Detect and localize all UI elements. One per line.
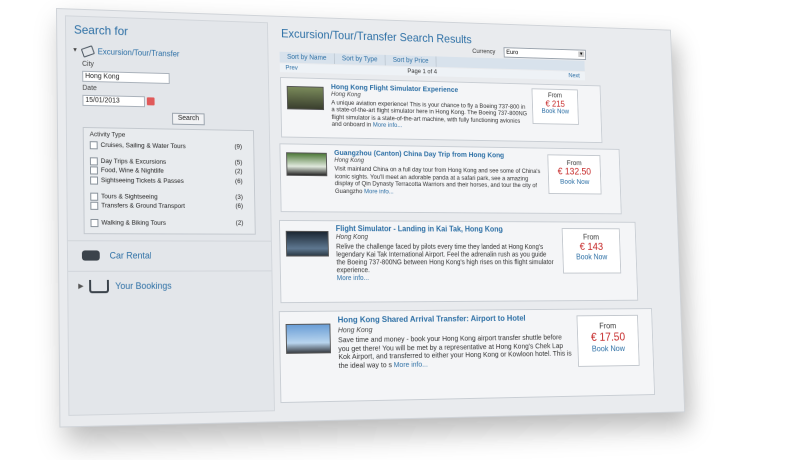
result-card: Flight Simulator - Landing in Kai Tak, H…: [278, 219, 639, 304]
checkbox[interactable]: [90, 176, 99, 185]
activity-count: (6): [235, 202, 244, 210]
description-text: A unique aviation experience! This is yo…: [331, 99, 528, 129]
cart-icon: [89, 279, 110, 293]
your-bookings-label: Your Bookings: [115, 280, 172, 292]
description-text: Relive the challenge faced by pilots eve…: [336, 243, 554, 275]
more-info-link[interactable]: More info...: [373, 122, 402, 129]
activity-count: (3): [235, 193, 243, 201]
price-amount: € 143: [579, 241, 604, 253]
tab-label: Excursion/Tour/Transfer: [97, 46, 180, 59]
activity-count: (5): [234, 159, 243, 167]
checkbox[interactable]: [89, 166, 98, 175]
result-description: Visit mainland China on a full day tour …: [334, 166, 541, 197]
price-amount: € 17.50: [590, 330, 626, 344]
result-thumbnail[interactable]: [286, 152, 328, 177]
activity-item[interactable]: Transfers & Ground Transport (6): [90, 201, 245, 211]
activity-label: Food, Wine & Nightlife: [100, 167, 164, 176]
result-thumbnail[interactable]: [285, 323, 331, 354]
checkbox[interactable]: [89, 141, 98, 150]
car-rental-label: Car Rental: [109, 250, 152, 261]
result-city: Hong Kong: [334, 156, 365, 165]
book-now-button[interactable]: Book Now: [549, 177, 601, 186]
book-now-button[interactable]: Book Now: [533, 108, 578, 116]
result-title[interactable]: Hong Kong Shared Arrival Transfer: Airpo…: [338, 313, 526, 325]
sort-by-name-button[interactable]: Sort by Name: [279, 51, 335, 64]
activity-label: Day Trips & Excursions: [100, 158, 167, 167]
result-city: Hong Kong: [337, 325, 373, 335]
chevron-right-icon: ▶: [78, 283, 84, 291]
checkbox[interactable]: [90, 201, 99, 210]
result-thumbnail[interactable]: [286, 85, 325, 111]
activity-count: (2): [234, 168, 243, 176]
activity-label: Tours & Sightseeing: [101, 193, 158, 201]
currency-label: Currency: [472, 48, 496, 56]
prev-page-link[interactable]: Prev: [285, 64, 298, 73]
activity-item[interactable]: Food, Wine & Nightlife (2): [89, 166, 244, 176]
book-now-button[interactable]: Book Now: [578, 343, 638, 353]
price-box: From € 143 Book Now: [561, 228, 622, 274]
more-info-link[interactable]: More info...: [394, 359, 428, 368]
result-description: A unique aviation experience! This is yo…: [331, 100, 529, 132]
activity-item[interactable]: Tours & Sightseeing (3): [90, 192, 245, 202]
currency-value: Euro: [506, 49, 519, 57]
description-text: Save time and money - book your Hong Kon…: [338, 332, 572, 370]
results-title: Excursion/Tour/Transfer Search Results: [280, 26, 472, 47]
checkbox[interactable]: [90, 192, 99, 201]
price-box: From € 17.50 Book Now: [576, 314, 640, 367]
activity-type-title: Activity Type: [89, 131, 126, 139]
activity-item[interactable]: Sightseeing Tickets & Passes (6): [90, 176, 244, 186]
more-info-link[interactable]: More info...: [337, 275, 369, 282]
price-box: From € 132.50 Book Now: [547, 154, 602, 195]
sidebar-item-car-rental[interactable]: Car Rental: [67, 240, 272, 270]
page-indicator: Page 1 of 4: [407, 67, 438, 76]
results-panel: Excursion/Tour/Transfer Search Results C…: [278, 23, 677, 409]
more-info-link[interactable]: More info...: [364, 188, 394, 195]
search-page: Search for ▼ Excursion/Tour/Transfer Cit…: [56, 8, 686, 428]
result-thumbnail[interactable]: [285, 230, 329, 257]
activity-count: (2): [235, 219, 244, 227]
chevron-down-icon: ▼: [72, 47, 79, 54]
date-input[interactable]: 15/01/2013: [82, 94, 145, 108]
price-amount: € 132.50: [557, 166, 592, 178]
checkbox[interactable]: [90, 218, 99, 228]
date-label: Date: [82, 84, 97, 93]
result-description: Save time and money - book your Hong Kon…: [338, 332, 573, 371]
car-icon: [81, 250, 100, 261]
result-city: Hong Kong: [335, 233, 369, 241]
city-input[interactable]: Hong Kong: [82, 70, 170, 84]
result-city: Hong Kong: [331, 90, 361, 99]
result-description: Relive the challenge faced by pilots eve…: [336, 244, 555, 283]
activity-item[interactable]: Cruises, Sailing & Water Tours (9): [89, 141, 244, 151]
activity-type-filter: Activity Type Cruises, Sailing & Water T…: [82, 126, 256, 235]
dropdown-arrow-icon: ▼: [578, 51, 585, 58]
price-from-label: From: [582, 232, 600, 242]
activity-label: Cruises, Sailing & Water Tours: [100, 142, 186, 151]
checkbox[interactable]: [89, 157, 98, 166]
activity-label: Walking & Biking Tours: [101, 219, 166, 228]
activity-item[interactable]: Walking & Biking Tours (2): [90, 218, 245, 228]
activity-label: Sightseeing Tickets & Passes: [100, 177, 184, 186]
calendar-icon[interactable]: [146, 97, 155, 106]
result-card: Hong Kong Flight Simulator Experience Ho…: [280, 76, 603, 144]
sidebar-title: Search for: [73, 22, 129, 39]
price-box: From € 215 Book Now: [531, 88, 579, 125]
search-sidebar: Search for ▼ Excursion/Tour/Transfer Cit…: [64, 15, 275, 416]
next-page-link[interactable]: Next: [568, 72, 580, 81]
result-title[interactable]: Flight Simulator - Landing in Kai Tak, H…: [336, 224, 503, 233]
result-card: Guangzhou (Canton) China Day Trip from H…: [279, 143, 622, 215]
result-card: Hong Kong Shared Arrival Transfer: Airpo…: [278, 308, 656, 404]
search-button[interactable]: Search: [172, 112, 205, 126]
sort-by-price-button[interactable]: Sort by Price: [385, 54, 437, 67]
sidebar-item-your-bookings[interactable]: ▶ Your Bookings: [68, 270, 272, 301]
book-now-button[interactable]: Book Now: [563, 253, 620, 262]
tag-icon: [80, 44, 95, 58]
city-label: City: [82, 60, 94, 69]
sort-by-type-button[interactable]: Sort by Type: [334, 53, 386, 66]
activity-label: Transfers & Ground Transport: [101, 202, 186, 211]
activity-count: (6): [235, 178, 243, 186]
screenshot-stage: Search for ▼ Excursion/Tour/Transfer Cit…: [0, 0, 800, 460]
activity-count: (9): [234, 143, 243, 151]
